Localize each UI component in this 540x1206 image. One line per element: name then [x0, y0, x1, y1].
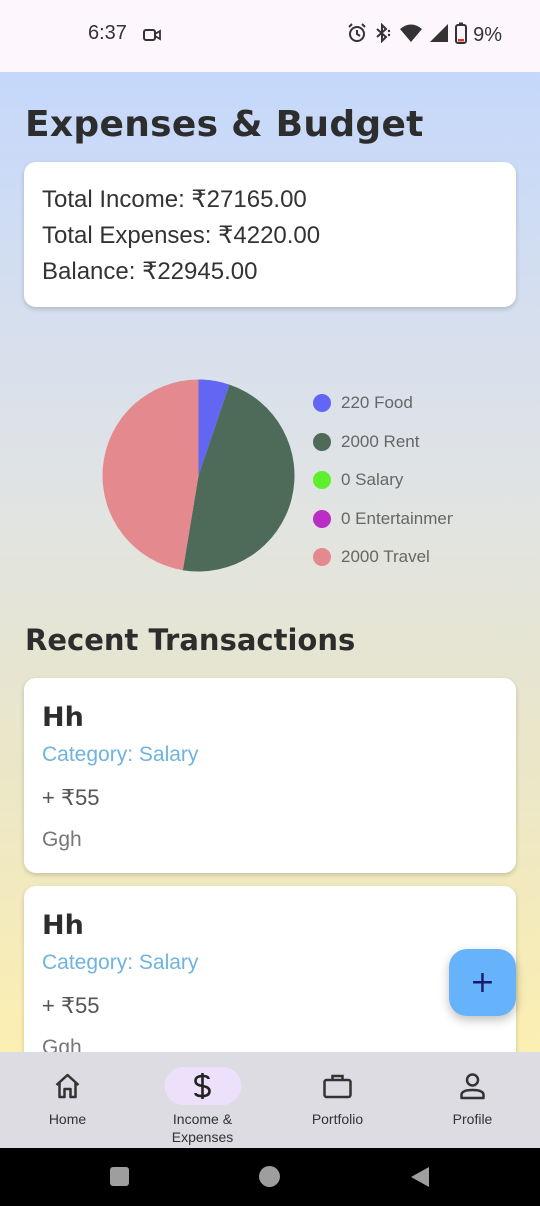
- legend-swatch: [313, 548, 331, 567]
- legend-item: 2000 Travel: [313, 538, 453, 577]
- signal-icon: [429, 23, 449, 47]
- system-nav-bar: [0, 1148, 540, 1206]
- nav-profile[interactable]: Profile: [405, 1052, 540, 1148]
- status-icons: 9%: [347, 22, 502, 48]
- battery-percent: 9%: [473, 23, 502, 46]
- bottom-nav: Home Income & Expenses Portfolio Profile: [0, 1052, 540, 1148]
- transaction-title: Hh: [42, 702, 84, 733]
- status-time: 6:37: [88, 22, 127, 44]
- legend-label: 2000 Rent: [341, 431, 420, 451]
- expense-pie-chart: [102, 379, 295, 572]
- bluetooth-icon: [373, 22, 393, 47]
- legend-label: 0 Salary: [341, 470, 404, 490]
- battery-icon: [455, 22, 468, 48]
- transaction-category: Category: Salary: [42, 951, 199, 974]
- transaction-note: Ggh: [42, 1036, 82, 1052]
- dollar-icon: [164, 1067, 241, 1105]
- transaction-note: Ggh: [42, 828, 82, 851]
- total-income: Total Income: ₹27165.00: [42, 186, 307, 213]
- pie-slice: [102, 379, 199, 571]
- back-icon[interactable]: [410, 1166, 430, 1192]
- transaction-amount: + ₹55: [42, 785, 100, 810]
- chart-legend: 220 Food 2000 Rent 0 Salary 0 Entertainment…: [313, 384, 453, 577]
- total-expenses: Total Expenses: ₹4220.00: [42, 222, 321, 249]
- nav-label: Income & Expenses: [171, 1111, 234, 1145]
- nav-label: Profile: [452, 1111, 493, 1127]
- legend-item: 2000 Rent: [313, 423, 453, 462]
- nav-income-expenses[interactable]: Income & Expenses: [135, 1052, 270, 1148]
- nav-label: Portfolio: [311, 1111, 364, 1127]
- camera-icon: [143, 27, 161, 46]
- legend-label: 220 Food: [341, 393, 413, 413]
- recents-icon[interactable]: [110, 1167, 129, 1186]
- balance: Balance: ₹22945.00: [42, 258, 258, 285]
- home-circle-icon[interactable]: [259, 1166, 280, 1187]
- page-title: Expenses & Budget: [25, 104, 424, 145]
- legend-swatch: [313, 432, 331, 451]
- nav-label: Home: [48, 1111, 87, 1127]
- legend-swatch: [313, 509, 331, 528]
- wifi-icon: [399, 23, 423, 47]
- transaction-card[interactable]: Hh Category: Salary + ₹55 Ggh: [24, 886, 516, 1052]
- legend-swatch: [313, 394, 331, 413]
- add-transaction-button[interactable]: +: [449, 949, 516, 1016]
- recent-transactions-title: Recent Transactions: [25, 623, 356, 657]
- briefcase-icon: [299, 1067, 376, 1105]
- legend-label: 0 Entertainment: [341, 508, 453, 528]
- legend-item: 0 Salary: [313, 461, 453, 500]
- alarm-icon: [347, 23, 367, 47]
- transaction-amount: + ₹55: [42, 993, 100, 1018]
- legend-swatch: [313, 471, 331, 490]
- legend-label: 2000 Travel: [341, 547, 430, 567]
- nav-portfolio[interactable]: Portfolio: [270, 1052, 405, 1148]
- status-bar: 6:37 9%: [0, 0, 540, 72]
- transaction-title: Hh: [42, 910, 84, 941]
- transaction-card[interactable]: Hh Category: Salary + ₹55 Ggh: [24, 678, 516, 873]
- person-icon: [434, 1067, 511, 1105]
- home-icon: [29, 1067, 106, 1105]
- summary-card: Total Income: ₹27165.00 Total Expenses: …: [24, 162, 516, 307]
- legend-item: 220 Food: [313, 384, 453, 423]
- transaction-category: Category: Salary: [42, 743, 199, 766]
- legend-item: 0 Entertainment: [313, 500, 453, 539]
- main-content[interactable]: Expenses & Budget Total Income: ₹27165.0…: [0, 72, 540, 1052]
- nav-home[interactable]: Home: [0, 1052, 135, 1148]
